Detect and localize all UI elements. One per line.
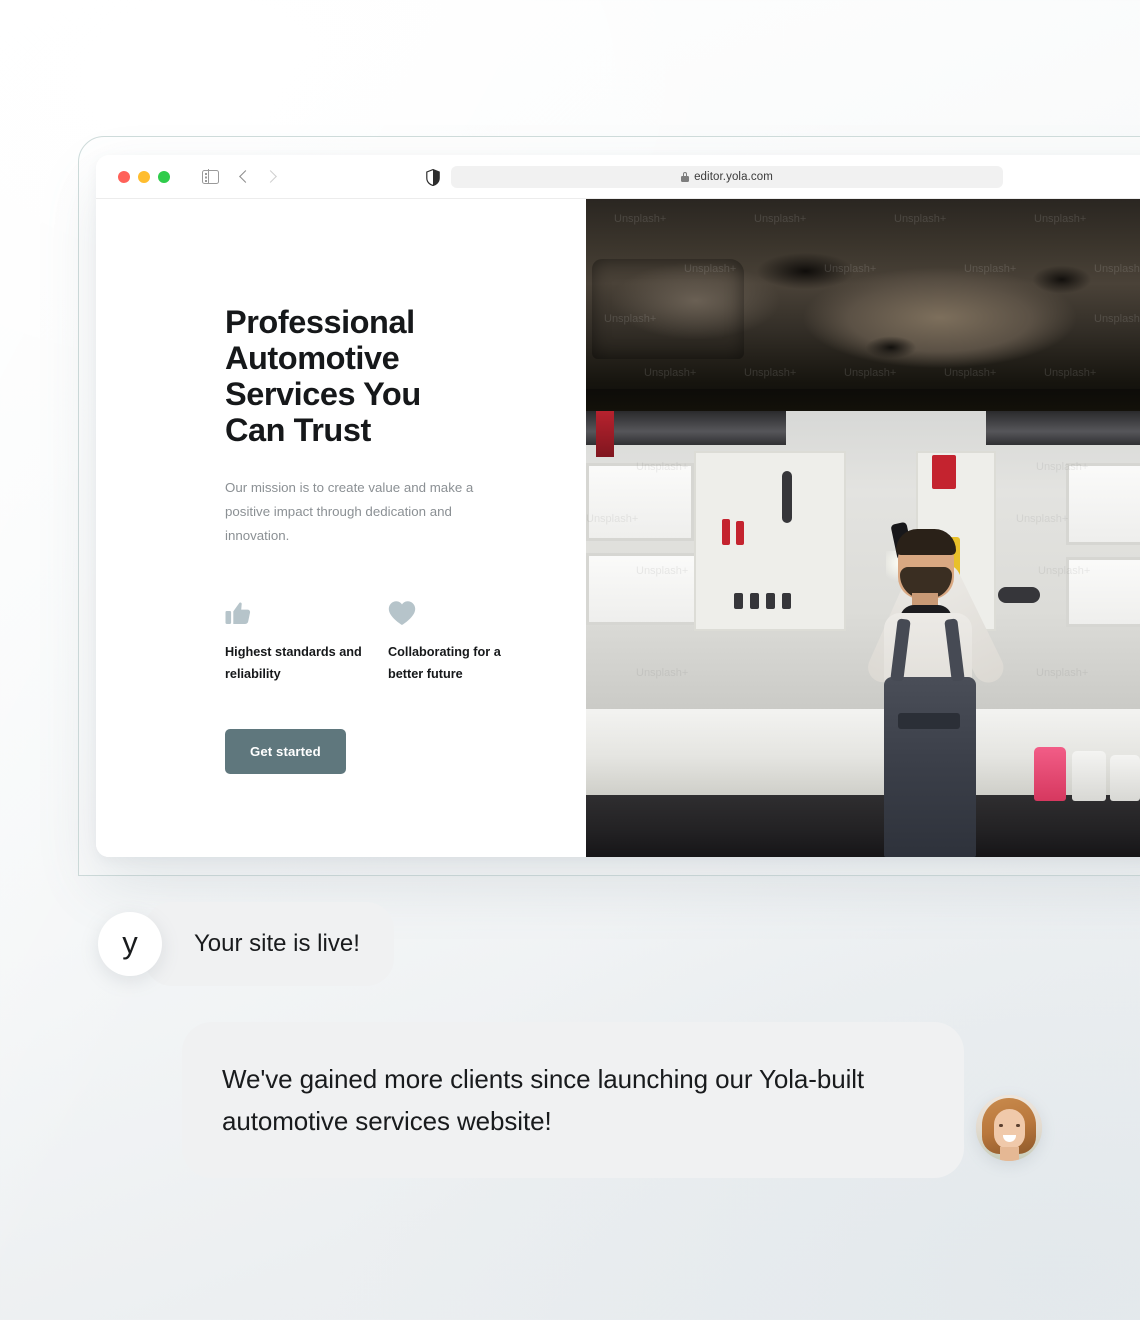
lift-post-left <box>596 411 614 457</box>
muffler <box>592 259 744 359</box>
shield-icon[interactable] <box>426 169 440 186</box>
hanging-tool <box>736 521 744 545</box>
chat-bubble-yola: Your site is live! <box>144 902 394 986</box>
get-started-button[interactable]: Get started <box>225 729 346 774</box>
hanging-tool <box>932 455 956 489</box>
minimize-button[interactable] <box>138 171 150 183</box>
hanging-tool <box>766 593 775 609</box>
site-viewport: Professional Automotive Services You Can… <box>96 199 1140 857</box>
hanging-tool <box>782 471 792 523</box>
avatar-eye <box>999 1124 1003 1127</box>
workshop-background <box>586 411 1140 857</box>
hanging-tool <box>722 519 730 545</box>
fluid-jug <box>1072 751 1106 801</box>
browser-window: editor.yola.com Professional Automotive … <box>96 155 1140 857</box>
window-pane <box>586 553 698 625</box>
feature-label: Highest standards and reliability <box>225 642 370 685</box>
hero-text-column: Professional Automotive Services You Can… <box>96 199 586 857</box>
navigation-arrows <box>241 172 275 181</box>
avatar-face <box>994 1109 1025 1149</box>
car-underbody <box>586 199 1140 411</box>
window-controls <box>118 171 170 183</box>
yola-logo-avatar: y <box>98 912 162 976</box>
browser-toolbar: editor.yola.com <box>96 155 1140 199</box>
fluid-jug <box>1110 755 1140 801</box>
customer-avatar <box>976 1095 1042 1161</box>
feature-item: Highest standards and reliability <box>225 592 388 685</box>
overall-pocket <box>898 713 960 729</box>
chat-row-yola: y Your site is live! <box>98 902 394 986</box>
mechanic-hair <box>896 529 956 555</box>
lock-icon <box>681 172 689 182</box>
maximize-button[interactable] <box>158 171 170 183</box>
window-pane <box>1066 463 1140 545</box>
chat-bubble-customer: We've gained more clients since launchin… <box>182 1022 964 1178</box>
lift-arm-right <box>986 411 1140 445</box>
thumbs-up-icon <box>225 592 388 626</box>
fluid-jug <box>1034 747 1066 801</box>
url-text: editor.yola.com <box>694 171 773 183</box>
address-bar[interactable]: editor.yola.com <box>451 166 1003 188</box>
mechanic-overalls <box>884 677 976 857</box>
page-title: Professional Automotive Services You Can… <box>225 304 475 448</box>
feature-item: Collaborating for a better future <box>388 592 551 685</box>
sidebar-icon[interactable] <box>202 170 219 184</box>
mechanic-figure <box>832 527 1032 857</box>
window-pane <box>1066 557 1140 627</box>
hanging-tool <box>750 593 759 609</box>
window-pane <box>586 463 694 541</box>
hanging-tool <box>734 593 743 609</box>
heart-icon <box>388 592 551 626</box>
close-button[interactable] <box>118 171 130 183</box>
hero-photo: Unsplash+ Unsplash+ Unsplash+ Unsplash+ … <box>586 199 1140 857</box>
avatar-eye <box>1016 1124 1020 1127</box>
lift-arm-left <box>586 411 786 445</box>
hanging-tool <box>782 593 791 609</box>
feature-list: Highest standards and reliability Collab… <box>225 592 586 685</box>
avatar-neck <box>1000 1147 1019 1161</box>
chevron-right-icon[interactable] <box>264 170 277 183</box>
feature-label: Collaborating for a better future <box>388 642 533 685</box>
exhaust-pipe <box>730 257 751 367</box>
chevron-left-icon[interactable] <box>239 170 252 183</box>
toolbar-left-group <box>202 170 219 184</box>
hero-subtitle: Our mission is to create value and make … <box>225 476 507 548</box>
